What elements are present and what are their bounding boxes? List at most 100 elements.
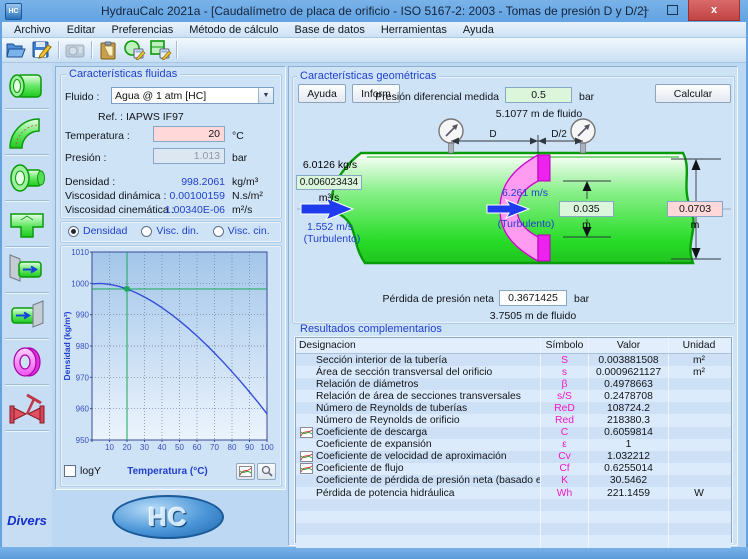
table-row[interactable]: Número de Reynolds de tuberíasReD108724.…	[296, 402, 731, 414]
save-edit-icon	[32, 41, 52, 59]
menu-item-editar[interactable]: Editar	[59, 24, 104, 36]
table-row[interactable]: Coeficiente de descargaC0.6059814	[296, 427, 731, 439]
result-symbol: ε	[540, 439, 588, 451]
table-row[interactable]: Coeficiente de velocidad de aproximación…	[296, 451, 731, 463]
menu-item-m-todo-de-c-lculo[interactable]: Método de cálculo	[181, 24, 286, 36]
header-simbolo: Símbolo	[540, 338, 588, 353]
sidebar-item-valve[interactable]	[2, 385, 52, 430]
geometry-converter-button[interactable]	[147, 39, 173, 61]
logy-checkbox[interactable]	[64, 465, 76, 477]
sidebar-item-exit[interactable]	[2, 293, 52, 338]
curve-chart-icon	[300, 463, 313, 474]
result-unit	[668, 402, 729, 414]
chart-zoom-button[interactable]	[257, 463, 276, 480]
radio-visc-din-[interactable]: Visc. din.	[141, 225, 198, 237]
result-symbol	[540, 511, 588, 523]
tee-icon	[7, 206, 47, 242]
open-folder-button[interactable]	[3, 39, 29, 61]
density-value: 998.2061	[141, 176, 225, 188]
sidebar-item-tee[interactable]	[2, 201, 52, 246]
maximize-button[interactable]	[659, 0, 685, 20]
toolbar-separator	[91, 41, 92, 59]
result-value: 0.003881508	[588, 354, 668, 366]
toolbar	[0, 38, 748, 63]
fluid-converter-button[interactable]	[121, 39, 147, 61]
table-row[interactable]: Relación de diámetrosβ0.4978663	[296, 378, 731, 390]
chevron-down-icon[interactable]: ▼	[258, 88, 273, 103]
result-symbol	[540, 499, 588, 511]
sidebar-item-orifice[interactable]	[2, 339, 52, 384]
kinematic-viscosity-unit: m²/s	[232, 204, 252, 216]
radio-button-icon	[213, 226, 224, 237]
density-chart: 9509609709809901000101010203040506070809…	[62, 247, 278, 459]
pipe-diameter-input[interactable]: 0.0703	[667, 201, 723, 217]
result-unit	[668, 390, 729, 402]
volume-flow-input[interactable]: 0.006023434	[296, 175, 362, 190]
radio-button-icon	[141, 226, 152, 237]
table-row[interactable]: Relación de área de secciones transversa…	[296, 390, 731, 402]
magnifier-icon	[261, 465, 273, 477]
net-loss-input[interactable]: 0.3671425	[499, 290, 567, 306]
sidebar-item-straight-pipe[interactable]	[2, 63, 52, 108]
fluid-select[interactable]: Agua @ 1 atm [HC] ▼	[111, 87, 274, 104]
radio-densidad[interactable]: Densidad	[68, 225, 127, 237]
square-calculator-icon	[149, 40, 172, 60]
calculate-button[interactable]: Calcular	[655, 84, 731, 103]
dp-input[interactable]: 0.5	[505, 87, 572, 103]
help-button[interactable]: Ayuda	[298, 84, 346, 103]
table-row[interactable]: Pérdida de potencia hidráulicaWh221.1459…	[296, 487, 731, 499]
save-button[interactable]	[29, 39, 55, 61]
chart-ylabel: Densidad (kg/m³)	[62, 311, 72, 380]
orifice-diameter-input[interactable]: 0.035	[559, 201, 614, 217]
result-value: 0.6059814	[588, 427, 668, 439]
dim-d2-label: D/2	[551, 129, 567, 140]
pipe-exit-icon	[7, 298, 47, 334]
result-symbol: s/S	[540, 390, 588, 402]
result-name: Relación de área de secciones transversa…	[313, 391, 521, 402]
mass-flow-value: 6.0126 kg/s	[297, 159, 363, 171]
temperature-input[interactable]: 20	[153, 126, 225, 142]
table-row[interactable]: Coeficiente de expansiónε1	[296, 439, 731, 451]
table-row[interactable]: Sección interior de la tuberíaS0.0038815…	[296, 354, 731, 366]
result-name: Número de Reynolds de tuberías	[313, 403, 467, 414]
dp-unit: bar	[579, 91, 594, 103]
curve-chart-icon	[300, 451, 313, 462]
table-row[interactable]: Área de sección transversal del orificio…	[296, 366, 731, 378]
result-value: 1.032212	[588, 451, 668, 463]
kinematic-viscosity-value: 1.00340E-06	[141, 204, 225, 216]
chart-bottom-row: logY Temperatura (°C)	[64, 463, 276, 479]
sidebar-item-bend[interactable]	[2, 109, 52, 154]
logy-label: logY	[80, 465, 101, 477]
result-unit	[668, 378, 729, 390]
minimize-button[interactable]: –	[633, 0, 659, 20]
table-row[interactable]: Coeficiente de pérdida de presión neta (…	[296, 475, 731, 487]
radio-button-icon	[68, 226, 79, 237]
result-symbol: ReD	[540, 402, 588, 414]
table-row[interactable]: Número de Reynolds de orificioRed218380.…	[296, 414, 731, 426]
clipboard-button[interactable]	[95, 39, 121, 61]
table-row[interactable]: Coeficiente de flujoCf0.6255014	[296, 463, 731, 475]
pressure-label: Presión :	[65, 152, 106, 164]
temperature-unit: °C	[232, 130, 244, 142]
menu-item-preferencias[interactable]: Preferencias	[103, 24, 181, 36]
pipe-bend-icon	[7, 114, 47, 150]
header-valor: Valor	[588, 338, 668, 353]
sidebar-item-divers[interactable]: Divers	[2, 505, 52, 535]
menu-item-archivo[interactable]: Archivo	[6, 24, 59, 36]
sidebar-item-contraction[interactable]	[2, 155, 52, 200]
orifice-regime: (Turbulento)	[489, 218, 563, 230]
chart-style-button[interactable]	[236, 463, 255, 480]
sidebar-item-entrance[interactable]	[2, 247, 52, 292]
fluid-panel-title: Características fluidas	[66, 68, 180, 80]
menu-item-herramientas[interactable]: Herramientas	[373, 24, 455, 36]
radio-label: Visc. cin.	[228, 225, 270, 237]
menu-item-ayuda[interactable]: Ayuda	[455, 24, 502, 36]
close-button[interactable]: x	[688, 0, 740, 21]
result-value: 0.0009621127	[588, 366, 668, 378]
menu-item-base-de-datos[interactable]: Base de datos	[286, 24, 372, 36]
menu-bar: ArchivoEditarPreferenciasMétodo de cálcu…	[0, 22, 748, 38]
fluid-panel: Características fluidas Fluido : Agua @ …	[55, 66, 286, 490]
result-unit	[668, 463, 729, 475]
dynamic-viscosity-value: 0.00100159	[141, 190, 225, 202]
radio-visc-cin-[interactable]: Visc. cin.	[213, 225, 270, 237]
